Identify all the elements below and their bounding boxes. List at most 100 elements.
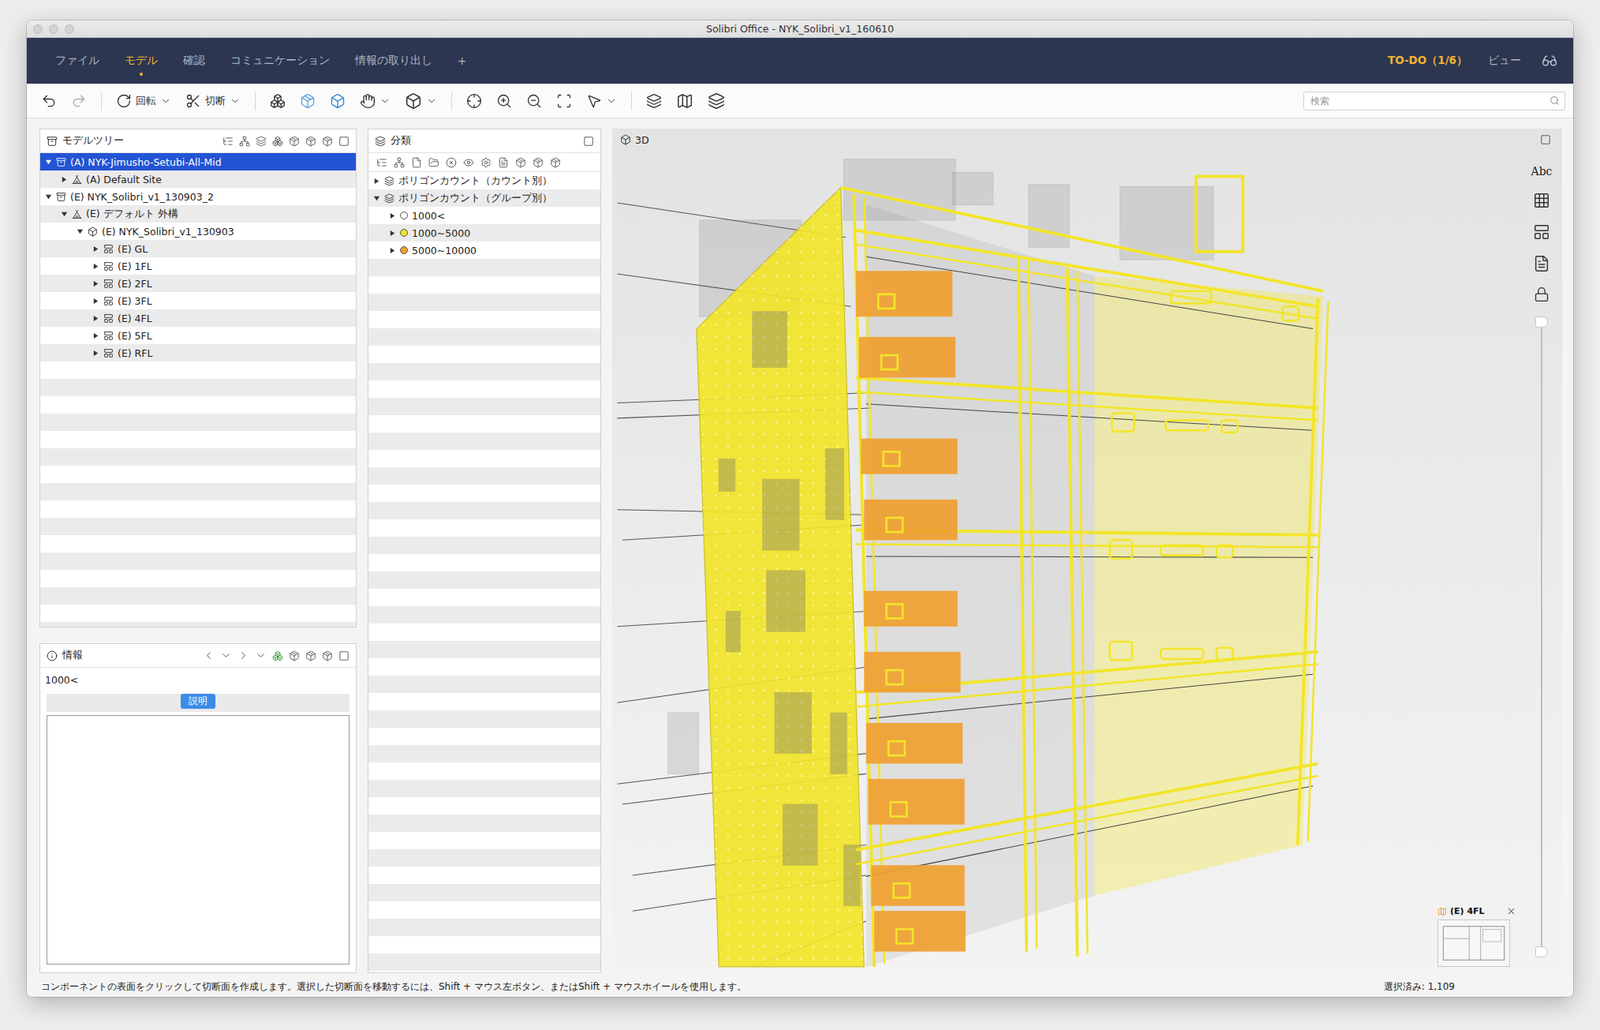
tree-row[interactable]: (E) 3FL	[40, 291, 356, 310]
expand-arrow-icon[interactable]	[388, 229, 397, 237]
tree-row[interactable]: (E) 5FL	[40, 326, 356, 344]
history-icon[interactable]	[254, 649, 267, 662]
slider-handle[interactable]	[1535, 945, 1548, 958]
description-tab[interactable]: 説明	[180, 693, 216, 709]
color-icon[interactable]	[463, 157, 475, 169]
redo-button[interactable]	[67, 90, 90, 112]
show-icon[interactable]	[305, 135, 317, 147]
history-icon[interactable]	[220, 649, 232, 662]
tree-row[interactable]: (E) デフォルト 外構	[40, 205, 356, 223]
pdf-icon[interactable]	[1532, 254, 1551, 273]
zoom-out-button[interactable]	[523, 90, 546, 112]
expand-arrow-icon[interactable]	[92, 280, 100, 288]
minimize-button[interactable]	[48, 24, 59, 34]
collapse-arrow-icon[interactable]	[60, 210, 68, 218]
zoom-in-button[interactable]	[493, 90, 516, 112]
isolate-icon[interactable]	[549, 157, 561, 169]
tree-row[interactable]: (E) NYK_Solibri_v1_130903_2	[40, 187, 356, 206]
zoom-out-icon[interactable]	[526, 93, 543, 109]
close-icon[interactable]	[1506, 905, 1517, 916]
3d-canvas[interactable]: (E) 4FL	[612, 150, 1522, 973]
dropdown-icon[interactable]	[426, 95, 438, 107]
expand-arrow-icon[interactable]	[388, 212, 397, 220]
section-icon[interactable]	[185, 93, 202, 109]
sync-icon[interactable]	[272, 650, 284, 662]
zoom-fit-icon[interactable]	[466, 93, 483, 109]
floors-button[interactable]	[704, 89, 729, 113]
expand-arrow-icon[interactable]	[92, 245, 100, 253]
show-button[interactable]	[266, 90, 289, 112]
section-button[interactable]: 切断	[182, 90, 244, 112]
search-input[interactable]	[1308, 94, 1550, 108]
maximize-icon[interactable]	[338, 650, 350, 662]
transparent-icon[interactable]	[299, 93, 316, 109]
edit-icon[interactable]	[497, 157, 509, 169]
close-button[interactable]	[33, 24, 43, 34]
view-menu[interactable]: ビュー	[1487, 53, 1522, 68]
tree-row[interactable]: (E) 4FL	[40, 309, 356, 327]
hide-icon[interactable]	[288, 135, 300, 147]
menu-tab[interactable]: 情報の取り出し	[347, 48, 441, 73]
zoom-selection-button[interactable]	[553, 90, 576, 112]
hierarchy-icon[interactable]	[239, 135, 251, 147]
undo-icon[interactable]	[41, 93, 57, 109]
transparent-button[interactable]	[296, 90, 319, 112]
floors-icon[interactable]	[707, 92, 726, 110]
slider-handle[interactable]	[1535, 316, 1548, 328]
show-icon[interactable]	[532, 157, 544, 169]
isolate-button[interactable]	[326, 90, 349, 112]
redo-icon[interactable]	[71, 93, 87, 109]
viewer-icon[interactable]	[1541, 52, 1558, 69]
expand-arrow-icon[interactable]	[92, 297, 100, 305]
dropdown-icon[interactable]	[379, 95, 391, 107]
menu-tab[interactable]: +	[449, 49, 475, 72]
cube-icon[interactable]	[404, 92, 423, 110]
dropdown-icon[interactable]	[160, 95, 172, 107]
slab-button[interactable]	[642, 90, 666, 112]
rotate-button[interactable]: 回転	[112, 90, 175, 112]
tree-row[interactable]: (E) GL	[40, 239, 356, 258]
hide-icon[interactable]	[288, 650, 300, 662]
search-icon[interactable]	[1549, 95, 1560, 106]
pan-button[interactable]	[356, 90, 394, 112]
tree-row[interactable]: (A) Default Site	[40, 170, 356, 188]
new-icon[interactable]	[411, 157, 423, 169]
view-cube-button[interactable]	[401, 89, 441, 113]
menu-tab[interactable]: ファイル	[47, 48, 108, 73]
expand-arrow-icon[interactable]	[92, 349, 100, 357]
dropdown-icon[interactable]	[229, 95, 241, 107]
menu-tab[interactable]: モデル	[116, 48, 166, 73]
map-button[interactable]	[672, 89, 697, 113]
transparency-slider[interactable]	[1535, 316, 1548, 958]
classification-row[interactable]: 1000~5000	[368, 224, 601, 242]
expand-arrow-icon[interactable]	[92, 262, 100, 270]
tree-row[interactable]: (E) NYK_Solibri_v1_130903	[40, 222, 356, 240]
undo-button[interactable]	[37, 90, 60, 112]
show-all-icon[interactable]	[269, 93, 286, 109]
text-tool[interactable]: Abc	[1531, 164, 1553, 178]
hide-icon[interactable]	[515, 157, 527, 169]
todo-indicator[interactable]: TO-DO（1/6）	[1387, 53, 1468, 68]
expand-arrow-icon[interactable]	[373, 177, 381, 185]
isolate-icon[interactable]	[329, 93, 346, 109]
slab-icon[interactable]	[646, 93, 662, 109]
zoom-fit-button[interactable]	[463, 90, 486, 112]
expand-arrow-icon[interactable]	[60, 175, 68, 184]
isolate-icon[interactable]	[321, 135, 333, 147]
floor-plan-icon[interactable]	[1437, 919, 1511, 967]
floor-plan-icon[interactable]	[1532, 223, 1551, 241]
collapse-arrow-icon[interactable]	[44, 158, 53, 166]
forward-icon[interactable]	[237, 649, 250, 662]
map-icon[interactable]	[676, 92, 694, 110]
collapse-arrow-icon[interactable]	[44, 193, 53, 201]
collapse-arrow-icon[interactable]	[373, 194, 381, 202]
tree-row[interactable]: (E) 2FL	[40, 274, 356, 292]
expand-arrow-icon[interactable]	[92, 314, 100, 322]
lock-icon[interactable]	[1533, 286, 1550, 303]
group-icon[interactable]	[272, 135, 284, 147]
maximize-icon[interactable]	[1540, 134, 1552, 146]
menu-tab[interactable]: 確認	[175, 48, 214, 73]
expand-arrow-icon[interactable]	[92, 332, 100, 340]
hand-icon[interactable]	[359, 93, 376, 109]
remove-icon[interactable]	[445, 157, 457, 169]
